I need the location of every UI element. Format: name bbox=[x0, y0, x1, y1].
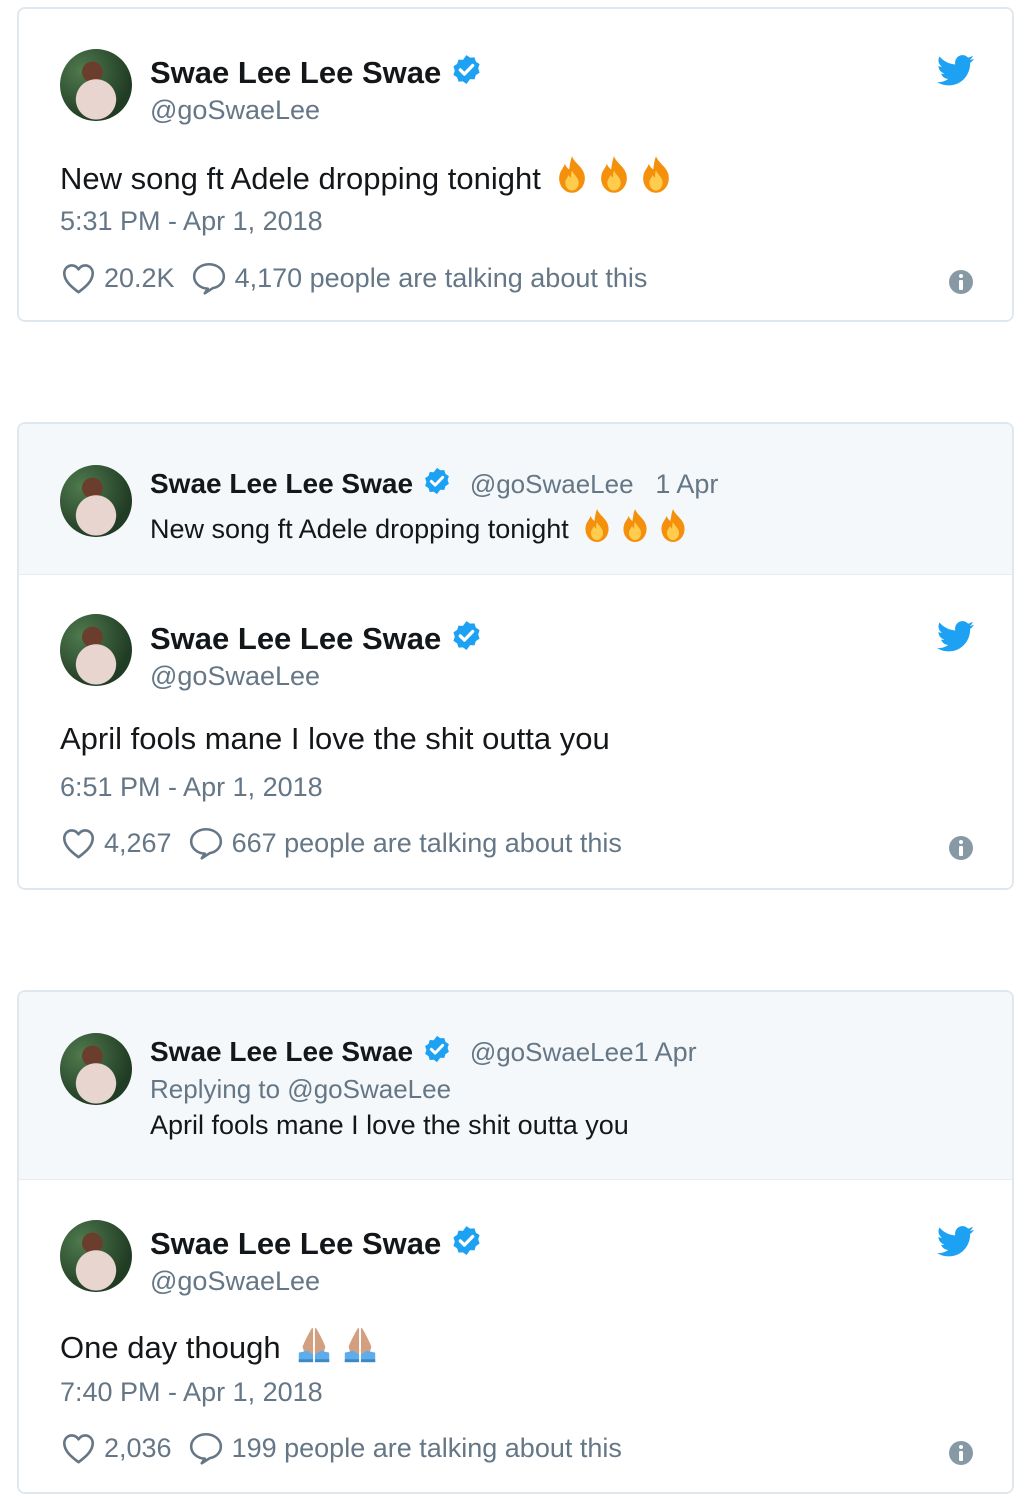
author-name[interactable]: Swae Lee Lee Swae bbox=[150, 619, 483, 657]
replying-to[interactable]: Replying to @goSwaeLee bbox=[150, 1074, 451, 1105]
tweet-actions: 4,267 667 people are talking about this bbox=[61, 825, 622, 861]
tweet-text: New song ft Adele dropping tonight bbox=[60, 155, 675, 197]
tweet-actions: 2,036 199 people are talking about this bbox=[61, 1430, 622, 1466]
avatar[interactable] bbox=[60, 1033, 132, 1105]
verified-badge-icon bbox=[422, 466, 452, 496]
author-name[interactable]: Swae Lee Lee Swae bbox=[150, 1224, 483, 1262]
info-icon[interactable] bbox=[949, 270, 973, 294]
avatar[interactable] bbox=[60, 49, 132, 121]
quoted-author-handle[interactable]: @goSwaeLee bbox=[470, 1037, 634, 1067]
tweet-main: Swae Lee Lee Swae @goSwaeLee One day tho… bbox=[19, 1180, 1012, 1492]
tweet-text: One day though bbox=[60, 1326, 381, 1366]
verified-badge-icon bbox=[450, 619, 483, 652]
tweet-timestamp[interactable]: 6:51 PM - Apr 1, 2018 bbox=[60, 772, 323, 803]
like-count[interactable]: 20.2K bbox=[104, 263, 175, 294]
quoted-tweet[interactable]: Swae Lee Lee Swae @goSwaeLee1 Apr Replyi… bbox=[19, 992, 1012, 1180]
twitter-bird-icon[interactable] bbox=[937, 1226, 975, 1257]
tweet-timestamp[interactable]: 7:40 PM - Apr 1, 2018 bbox=[60, 1377, 323, 1408]
info-icon[interactable] bbox=[949, 836, 973, 860]
author-handle[interactable]: @goSwaeLee bbox=[150, 95, 320, 126]
reply-bubble-icon[interactable] bbox=[188, 826, 224, 860]
reply-bubble-icon[interactable] bbox=[191, 261, 227, 295]
verified-badge-icon bbox=[422, 1034, 452, 1064]
talking-count[interactable]: 4,170 people are talking about this bbox=[235, 263, 648, 294]
like-count[interactable]: 2,036 bbox=[104, 1433, 172, 1464]
avatar[interactable] bbox=[60, 1220, 132, 1292]
fire-emoji bbox=[576, 514, 690, 544]
author-name[interactable]: Swae Lee Lee Swae bbox=[150, 53, 483, 91]
quoted-tweet[interactable]: Swae Lee Lee Swae @goSwaeLee 1 Apr New s… bbox=[19, 424, 1012, 575]
tweet-card[interactable]: Swae Lee Lee Swae @goSwaeLee New song ft… bbox=[17, 7, 1014, 322]
tweet-main: Swae Lee Lee Swae @goSwaeLee April fools… bbox=[19, 575, 1012, 888]
tweet-actions: 20.2K 4,170 people are talking about thi… bbox=[61, 260, 647, 296]
verified-badge-icon bbox=[450, 53, 483, 86]
heart-icon[interactable] bbox=[61, 262, 96, 295]
heart-icon[interactable] bbox=[61, 1432, 96, 1465]
reply-bubble-icon[interactable] bbox=[188, 1431, 224, 1465]
talking-count[interactable]: 667 people are talking about this bbox=[232, 828, 622, 859]
verified-badge-icon bbox=[450, 1224, 483, 1257]
heart-icon[interactable] bbox=[61, 827, 96, 860]
quoted-author-handle[interactable]: @goSwaeLee bbox=[470, 469, 634, 499]
twitter-bird-icon[interactable] bbox=[937, 621, 975, 652]
tweet-main: Swae Lee Lee Swae @goSwaeLee New song ft… bbox=[19, 9, 1012, 320]
info-icon[interactable] bbox=[949, 1441, 973, 1465]
tweet-text: April fools mane I love the shit outta y… bbox=[60, 721, 610, 756]
quoted-date[interactable]: 1 Apr bbox=[655, 469, 718, 499]
tweet-card[interactable]: Swae Lee Lee Swae @goSwaeLee1 Apr Replyi… bbox=[17, 990, 1014, 1494]
author-handle[interactable]: @goSwaeLee bbox=[150, 1266, 320, 1297]
folded-hands-emoji bbox=[289, 1330, 381, 1365]
quoted-author-name[interactable]: Swae Lee Lee Swae bbox=[150, 1036, 413, 1067]
talking-count[interactable]: 199 people are talking about this bbox=[232, 1433, 622, 1464]
quoted-text: April fools mane I love the shit outta y… bbox=[150, 1110, 629, 1140]
avatar[interactable] bbox=[60, 614, 132, 686]
fire-emoji bbox=[549, 161, 675, 196]
quoted-author-line: Swae Lee Lee Swae @goSwaeLee 1 Apr bbox=[150, 466, 718, 500]
tweet-card[interactable]: Swae Lee Lee Swae @goSwaeLee 1 Apr New s… bbox=[17, 422, 1014, 890]
quoted-author-line: Swae Lee Lee Swae @goSwaeLee1 Apr bbox=[150, 1034, 697, 1068]
quoted-text: New song ft Adele dropping tonight bbox=[150, 508, 690, 545]
quoted-date[interactable]: 1 Apr bbox=[634, 1037, 697, 1067]
quoted-author-name[interactable]: Swae Lee Lee Swae bbox=[150, 468, 413, 499]
avatar[interactable] bbox=[60, 465, 132, 537]
twitter-bird-icon[interactable] bbox=[937, 55, 975, 86]
like-count[interactable]: 4,267 bbox=[104, 828, 172, 859]
author-handle[interactable]: @goSwaeLee bbox=[150, 661, 320, 692]
tweet-timestamp[interactable]: 5:31 PM - Apr 1, 2018 bbox=[60, 206, 323, 237]
